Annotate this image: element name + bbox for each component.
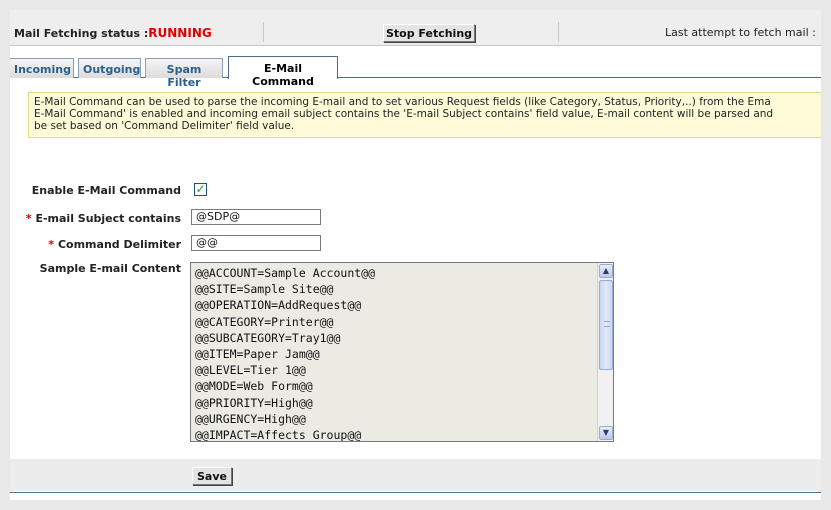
check-icon: ✓ <box>195 182 206 196</box>
email-subject-label-text: E-mail Subject contains <box>35 212 181 225</box>
info-line: E-Mail Command can be used to parse the … <box>34 96 771 108</box>
stop-fetching-button[interactable]: Stop Fetching <box>383 24 475 42</box>
tab-outgoing[interactable]: Outgoing <box>78 58 141 78</box>
fetch-status-bar: Mail Fetching status :RUNNING Stop Fetch… <box>10 10 821 46</box>
sample-line: @@IMPACT=Affects Group@@ <box>195 428 362 442</box>
tab-spam-filter[interactable]: Spam Filter <box>145 58 223 89</box>
mail-settings-panel: Mail Fetching status :RUNNING Stop Fetch… <box>10 10 821 500</box>
sample-line: @@MODE=Web Form@@ <box>195 379 313 394</box>
sample-line: @@PRIORITY=High@@ <box>195 395 313 410</box>
tab-email-command[interactable]: E-Mail Command <box>228 56 338 88</box>
save-button[interactable]: Save <box>192 467 232 485</box>
command-delimiter-label-text: Command Delimiter <box>57 238 181 251</box>
fetch-status-label: Mail Fetching status :RUNNING <box>14 26 212 40</box>
info-line: be set based on 'Command Delimiter' fiel… <box>34 120 295 132</box>
chevron-up-icon[interactable]: ▲ <box>599 264 613 278</box>
command-delimiter-label: * Command Delimiter <box>48 238 181 251</box>
command-delimiter-input[interactable]: @@ <box>191 235 321 251</box>
info-banner: E-Mail Command can be used to parse the … <box>28 92 821 138</box>
sample-line: @@OPERATION=AddRequest@@ <box>195 298 362 313</box>
status-divider <box>263 22 264 42</box>
email-subject-input[interactable]: @SDP@ <box>191 209 321 225</box>
required-mark: * <box>48 238 54 251</box>
sample-line: @@SITE=Sample Site@@ <box>195 282 334 297</box>
scrollbar-thumb[interactable] <box>599 280 613 370</box>
sample-line: @@URGENCY=High@@ <box>195 411 306 426</box>
status-divider <box>558 22 559 42</box>
enable-email-command-checkbox[interactable]: ✓ <box>194 183 207 196</box>
form-footer <box>10 459 821 491</box>
sample-email-content-textarea[interactable]: @@ACCOUNT=Sample Account@@ @@SITE=Sample … <box>190 262 614 442</box>
chevron-down-icon[interactable]: ▼ <box>599 426 613 440</box>
email-subject-label: * E-mail Subject contains <box>26 212 181 225</box>
enable-email-command-label: Enable E-Mail Command <box>31 184 181 197</box>
settings-tabs: Incoming Outgoing Spam Filter E-Mail Com… <box>10 56 821 89</box>
fetch-status-value: RUNNING <box>148 26 212 40</box>
sample-line: @@CATEGORY=Printer@@ <box>195 314 334 329</box>
sample-line: @@LEVEL=Tier 1@@ <box>195 363 306 378</box>
info-line: E-Mail Command' is enabled and incoming … <box>34 108 774 120</box>
fetch-status-text: Mail Fetching status : <box>14 27 149 40</box>
sample-email-content-label: Sample E-mail Content <box>39 262 181 275</box>
tab-incoming[interactable]: Incoming <box>10 58 74 78</box>
sample-email-lines: @@ACCOUNT=Sample Account@@ @@SITE=Sample … <box>195 265 595 442</box>
required-mark: * <box>25 212 32 225</box>
last-attempt-label: Last attempt to fetch mail : <box>665 26 816 39</box>
grip-icon <box>604 321 610 327</box>
window-frame: Mail Fetching status :RUNNING Stop Fetch… <box>0 0 831 510</box>
footer-divider <box>10 492 821 493</box>
textarea-scrollbar[interactable]: ▲ ▼ <box>597 263 613 441</box>
sample-line: @@SUBCATEGORY=Tray1@@ <box>195 330 341 345</box>
sample-line: @@ACCOUNT=Sample Account@@ <box>195 266 376 280</box>
sample-line: @@ITEM=Paper Jam@@ <box>195 347 320 362</box>
